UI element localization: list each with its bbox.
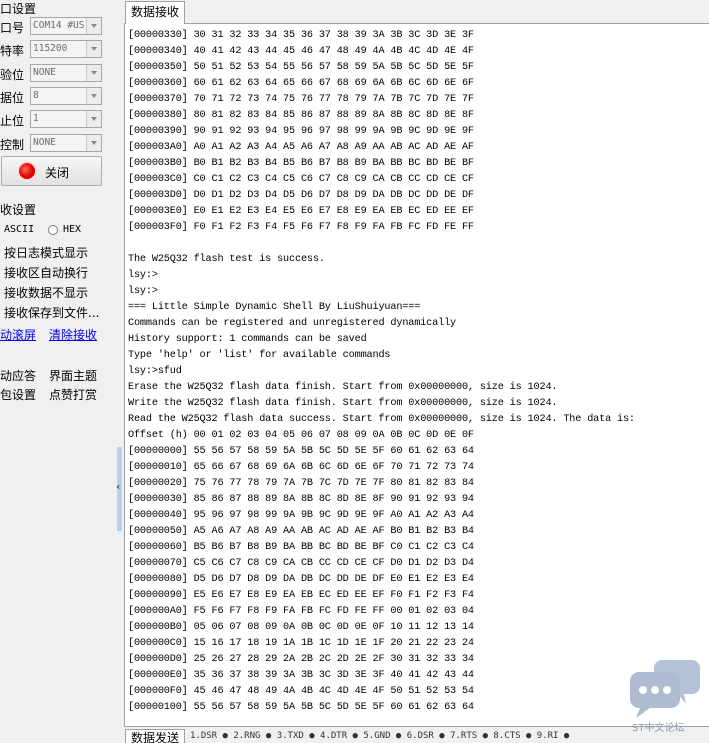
- parity-label: 验位: [0, 68, 25, 82]
- flowcontrol-label: 控制: [0, 138, 25, 152]
- recv-line: [00000070] C5 C6 C7 C8 C9 CA CB CC CD CE…: [128, 558, 474, 569]
- donate-button[interactable]: 点赞打赏: [49, 386, 97, 403]
- chevron-down-icon[interactable]: [86, 135, 101, 151]
- parity-value: NONE: [33, 67, 56, 78]
- log-mode-option[interactable]: 按日志模式显示: [4, 244, 88, 261]
- recv-line: [00000380] 80 81 82 83 84 85 86 87 88 89…: [128, 110, 474, 121]
- recv-line: [000000D0] 25 26 27 28 29 2A 2B 2C 2D 2E…: [128, 654, 474, 665]
- port-status-led-icon: [19, 163, 35, 179]
- recv-line: [00000090] E5 E6 E7 E8 E9 EA EB EC ED EE…: [128, 590, 474, 601]
- databits-value: 8: [33, 90, 39, 101]
- auto-scroll-link[interactable]: 动滚屏: [0, 326, 36, 343]
- baud-select[interactable]: 115200: [30, 40, 102, 58]
- recv-line: [00000350] 50 51 52 53 54 55 56 57 58 59…: [128, 62, 474, 73]
- stopbits-label: 止位: [0, 114, 25, 128]
- watermark-text: ST中文论坛: [632, 723, 685, 734]
- recv-textarea[interactable]: [00000330] 30 31 32 33 34 35 36 37 38 39…: [124, 24, 709, 726]
- collapse-left-icon[interactable]: ‹: [116, 480, 124, 494]
- recv-tabbar: 数据接收: [124, 0, 709, 24]
- recv-line: [000000A0] F5 F6 F7 F8 F9 FA FB FC FD FE…: [128, 606, 474, 617]
- recv-line: [00000020] 75 76 77 78 79 7A 7B 7C 7D 7E…: [128, 478, 474, 489]
- recv-line: [000003E0] E0 E1 E2 E3 E4 E5 E6 E7 E8 E9…: [128, 206, 474, 217]
- recv-line: [000003A0] A0 A1 A2 A3 A4 A5 A6 A7 A8 A9…: [128, 142, 474, 153]
- chevron-down-icon[interactable]: [86, 111, 101, 127]
- recv-line: [00000030] 85 86 87 88 89 8A 8B 8C 8D 8E…: [128, 494, 474, 505]
- chevron-down-icon[interactable]: [86, 18, 101, 34]
- recv-line: Offset (h) 00 01 02 03 04 05 06 07 08 09…: [128, 430, 474, 441]
- recv-line: Read the W25Q32 flash data success. Star…: [128, 414, 635, 425]
- recv-line: [000003C0] C0 C1 C2 C3 C4 C5 C6 C7 C8 C9…: [128, 174, 474, 185]
- recv-line: lsy:>: [128, 270, 158, 281]
- chevron-down-icon[interactable]: [86, 41, 101, 57]
- recv-settings-title: 收设置: [0, 203, 37, 217]
- packet-settings-button[interactable]: 包设置: [0, 386, 36, 403]
- port-label: 口号: [0, 21, 25, 35]
- port-value: COM14 #US: [33, 20, 85, 31]
- recv-line: [000000C0] 15 16 17 18 19 1A 1B 1C 1D 1E…: [128, 638, 474, 649]
- recv-line: Erase the W25Q32 flash data finish. Star…: [128, 382, 558, 393]
- baud-label: 特率: [0, 44, 25, 58]
- recv-line: Write the W25Q32 flash data finish. Star…: [128, 398, 558, 409]
- recv-line: History support: 1 commands can be saved: [128, 334, 367, 345]
- recv-line: The W25Q32 flash test is success.: [128, 254, 325, 265]
- recv-line: lsy:>sfud: [128, 366, 182, 377]
- hex-radio[interactable]: [48, 225, 58, 235]
- recv-line: [00000050] A5 A6 A7 A8 A9 AA AB AC AD AE…: [128, 526, 474, 537]
- recv-line: [00000060] B5 B6 B7 B8 B9 BA BB BC BD BE…: [128, 542, 474, 553]
- recv-line: [00000390] 90 91 92 93 94 95 96 97 98 99…: [128, 126, 474, 137]
- baud-value: 115200: [33, 43, 68, 54]
- port-select[interactable]: COM14 #US: [30, 17, 102, 35]
- close-port-label: 关闭: [45, 166, 70, 180]
- databits-select[interactable]: 8: [30, 87, 102, 105]
- settings-panel: 口设置 口号 COM14 #US 特率 115200 验位 NONE 据位 8 …: [0, 0, 116, 743]
- stopbits-select[interactable]: 1: [30, 110, 102, 128]
- recv-line: [000003D0] D0 D1 D2 D3 D4 D5 D6 D7 D8 D9…: [128, 190, 474, 201]
- chevron-down-icon[interactable]: [86, 88, 101, 104]
- recv-line: [00000330] 30 31 32 33 34 35 36 37 38 39…: [128, 30, 474, 41]
- save-to-file-option[interactable]: 接收保存到文件...: [4, 304, 99, 321]
- recv-text: [00000330] 30 31 32 33 34 35 36 37 38 39…: [128, 28, 635, 716]
- recv-line: Commands can be registered and unregiste…: [128, 318, 456, 329]
- recv-line: [000003B0] B0 B1 B2 B3 B4 B5 B6 B7 B8 B9…: [128, 158, 474, 169]
- flowcontrol-value: NONE: [33, 137, 56, 148]
- clear-recv-link[interactable]: 清除接收: [49, 326, 97, 343]
- recv-line: [00000100] 55 56 57 58 59 5A 5B 5C 5D 5E…: [128, 702, 474, 713]
- recv-line: [00000000] 55 56 57 58 59 5A 5B 5C 5D 5E…: [128, 446, 474, 457]
- flowcontrol-select[interactable]: NONE: [30, 134, 102, 152]
- chevron-down-icon[interactable]: [86, 65, 101, 81]
- port-pins-status: 1.DSR ● 2.RNG ● 3.TXD ● 4.DTR ● 5.GND ● …: [190, 731, 570, 741]
- recv-line: [000000F0] 45 46 47 48 49 4A 4B 4C 4D 4E…: [128, 686, 474, 697]
- serial-settings-title: 口设置: [0, 2, 37, 16]
- recv-line: [00000340] 40 41 42 43 44 45 46 47 48 49…: [128, 46, 474, 57]
- auto-wrap-option[interactable]: 接收区自动换行: [4, 264, 88, 281]
- recv-line: Type 'help' or 'list' for available comm…: [128, 350, 391, 361]
- auto-reply-button[interactable]: 动应答: [0, 367, 36, 384]
- stopbits-value: 1: [33, 113, 39, 124]
- recv-line: [00000010] 65 66 67 68 69 6A 6B 6C 6D 6E…: [128, 462, 474, 473]
- send-tabbar: 数据发送 1.DSR ● 2.RNG ● 3.TXD ● 4.DTR ● 5.G…: [124, 726, 709, 743]
- recv-line: [00000040] 95 96 97 98 99 9A 9B 9C 9D 9E…: [128, 510, 474, 521]
- hide-recv-option[interactable]: 接收数据不显示: [4, 284, 88, 301]
- recv-line: [00000360] 60 61 62 63 64 65 66 67 68 69…: [128, 78, 474, 89]
- recv-line: === Little Simple Dynamic Shell By LiuSh…: [128, 302, 421, 313]
- recv-line: [000000B0] 05 06 07 08 09 0A 0B 0C 0D 0E…: [128, 622, 474, 633]
- recv-line: lsy:>: [128, 286, 158, 297]
- ascii-label[interactable]: ASCII: [4, 224, 34, 235]
- recv-line: [128, 236, 635, 252]
- recv-line: [00000080] D5 D6 D7 D8 D9 DA DB DC DD DE…: [128, 574, 474, 585]
- recv-line: [00000370] 70 71 72 73 74 75 76 77 78 79…: [128, 94, 474, 105]
- tab-send[interactable]: 数据发送: [125, 729, 185, 743]
- recv-line: [000003F0] F0 F1 F2 F3 F4 F5 F6 F7 F8 F9…: [128, 222, 474, 233]
- hex-label[interactable]: HEX: [63, 224, 81, 235]
- tab-recv[interactable]: 数据接收: [125, 1, 185, 24]
- theme-button[interactable]: 界面主题: [49, 367, 97, 384]
- panel-splitter[interactable]: ‹: [116, 0, 124, 743]
- recv-line: [000000E0] 35 36 37 38 39 3A 3B 3C 3D 3E…: [128, 670, 474, 681]
- databits-label: 据位: [0, 91, 25, 105]
- close-port-button[interactable]: 关闭: [1, 156, 102, 186]
- parity-select[interactable]: NONE: [30, 64, 102, 82]
